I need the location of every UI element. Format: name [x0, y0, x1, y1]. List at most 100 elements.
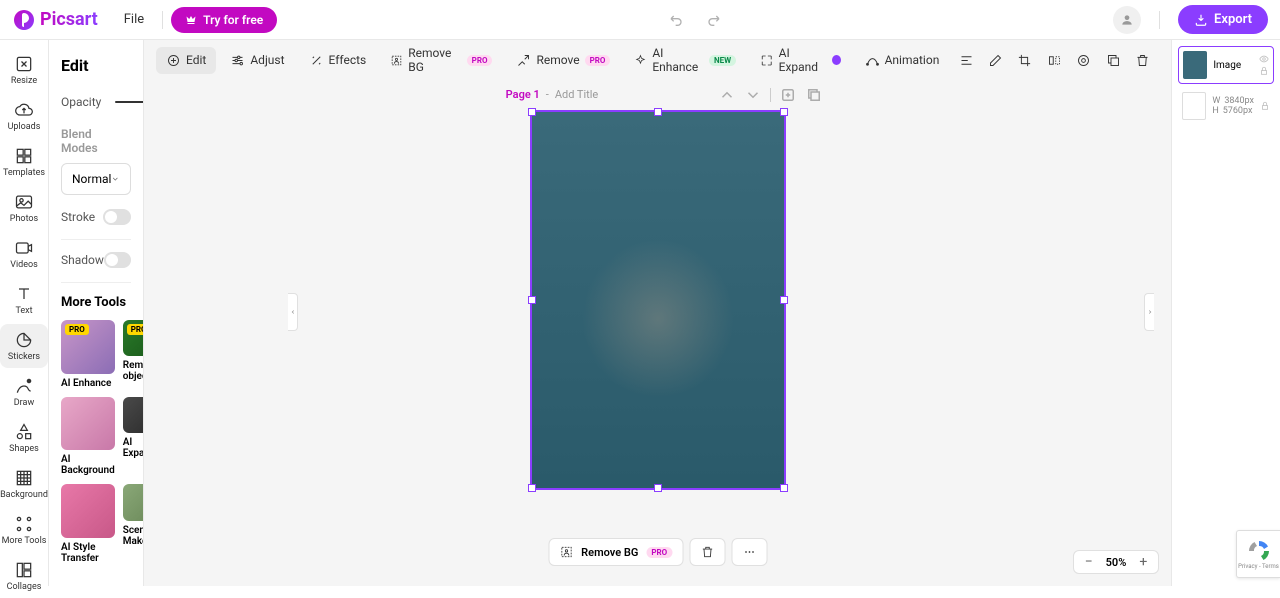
nav-draw[interactable]: Draw — [0, 370, 48, 414]
stroke-toggle[interactable] — [103, 209, 131, 225]
resize-handle[interactable] — [780, 484, 788, 492]
nav-background[interactable]: Background — [0, 462, 48, 506]
layer-canvas[interactable]: W3840px H5760px — [1178, 88, 1274, 124]
user-icon — [1120, 13, 1134, 27]
tb-delete[interactable] — [1130, 46, 1155, 74]
blend-value: Normal — [72, 172, 111, 186]
tb-ai-expand[interactable]: AI Expand — [750, 40, 850, 80]
tb-animation[interactable]: Animation — [855, 47, 950, 74]
tb-duplicate[interactable] — [1100, 46, 1125, 74]
nav-more-tools[interactable]: More Tools — [0, 508, 48, 552]
canvas-image[interactable] — [530, 110, 786, 490]
tool-remove-object[interactable]: PRORemove object — [123, 320, 144, 389]
nav-label: Draw — [14, 398, 34, 408]
fb-remove-bg[interactable]: Remove BG PRO — [548, 538, 683, 566]
canvas-content[interactable]: Page 1 - Add Title — [144, 80, 1171, 586]
nav-label: More Tools — [2, 536, 47, 546]
resize-handle[interactable] — [780, 296, 788, 304]
background-icon — [14, 468, 34, 488]
file-menu[interactable]: File — [114, 6, 154, 33]
remove-bg-icon — [390, 53, 403, 68]
tool-ai-style-transfer[interactable]: AI Style Transfer — [61, 484, 115, 564]
tb-layer[interactable] — [1071, 46, 1096, 74]
tb-eraser[interactable] — [983, 46, 1008, 74]
tb-align[interactable] — [953, 46, 978, 74]
nav-text[interactable]: Text — [0, 278, 48, 322]
divider — [1159, 11, 1160, 29]
purple-badge — [832, 55, 841, 65]
tool-grid: PROAI Enhance PRORemove object Adjustmen… — [61, 320, 131, 564]
page-number[interactable]: Page 1 — [506, 88, 540, 101]
pro-badge: PRO — [65, 324, 89, 335]
resize-handle[interactable] — [528, 296, 536, 304]
nav-stickers[interactable]: Stickers — [0, 324, 48, 368]
eraser-icon — [988, 53, 1003, 68]
nav-collages[interactable]: Collages — [0, 554, 48, 598]
try-free-button[interactable]: Try for free — [171, 7, 277, 33]
recaptcha-badge[interactable]: Privacy - Terms — [1236, 530, 1280, 578]
opacity-slider[interactable] — [115, 101, 144, 103]
tool-ai-expand[interactable]: AI Expand — [123, 397, 144, 477]
side-panel: Edit Opacity 100 Blend Modes Normal Stro… — [49, 40, 144, 586]
redo-icon[interactable] — [705, 12, 721, 28]
zoom-value[interactable]: 50% — [1106, 556, 1127, 569]
avatar-button[interactable] — [1113, 6, 1141, 34]
tool-name: AI Background — [61, 454, 115, 476]
export-button[interactable]: Export — [1178, 5, 1268, 34]
shadow-toggle[interactable] — [104, 252, 131, 268]
logo-icon — [12, 8, 36, 32]
layer-thumb — [1183, 51, 1207, 79]
duplicate-page-icon[interactable] — [805, 86, 823, 104]
eye-icon[interactable] — [1259, 54, 1269, 64]
resize-handle[interactable] — [528, 108, 536, 116]
zoom-out-button[interactable]: − — [1082, 555, 1096, 569]
nav-label: Videos — [10, 260, 38, 270]
nav-photos[interactable]: Photos — [0, 186, 48, 230]
nav-label: Collages — [7, 582, 42, 592]
animation-icon — [865, 53, 880, 68]
pro-badge: PRO — [646, 547, 672, 558]
logo-text: Picsart — [40, 9, 98, 30]
tb-remove[interactable]: RemovePRO — [506, 47, 620, 74]
tb-flip[interactable] — [1042, 46, 1067, 74]
tool-scene-maker[interactable]: Scene Maker — [123, 484, 144, 564]
nav-rail: Resize Uploads Templates Photos Videos T… — [0, 40, 49, 586]
tb-crop[interactable] — [1012, 46, 1037, 74]
add-page-icon[interactable] — [779, 86, 797, 104]
nav-uploads[interactable]: Uploads — [0, 94, 48, 138]
page-up-icon[interactable] — [718, 86, 736, 104]
lock-icon[interactable] — [1259, 66, 1269, 76]
w-value: 3840px — [1224, 96, 1254, 106]
fb-more[interactable] — [731, 538, 767, 566]
blend-mode-select[interactable]: Normal — [61, 163, 131, 195]
resize-handle[interactable] — [654, 108, 662, 116]
tb-adjust[interactable]: Adjust — [220, 47, 294, 74]
page-dash: - — [546, 88, 549, 101]
resize-handle[interactable] — [528, 484, 536, 492]
tb-remove-bg[interactable]: Remove BGPRO — [380, 40, 502, 80]
undo-icon[interactable] — [669, 12, 685, 28]
tool-ai-enhance[interactable]: PROAI Enhance — [61, 320, 115, 389]
page-down-icon[interactable] — [744, 86, 762, 104]
lock-icon[interactable] — [1260, 101, 1270, 111]
nav-videos[interactable]: Videos — [0, 232, 48, 276]
nav-resize[interactable]: Resize — [0, 48, 48, 92]
resize-handle[interactable] — [654, 484, 662, 492]
tb-effects[interactable]: Effects — [299, 47, 377, 74]
layer-image[interactable]: Image — [1178, 46, 1274, 84]
stroke-label: Stroke — [61, 210, 95, 224]
trash-icon — [700, 545, 714, 559]
page-title-input[interactable]: Add Title — [555, 88, 598, 101]
tool-ai-background[interactable]: AI Background — [61, 397, 115, 477]
nav-shapes[interactable]: Shapes — [0, 416, 48, 460]
zoom-in-button[interactable]: + — [1136, 555, 1150, 569]
nav-templates[interactable]: Templates — [0, 140, 48, 184]
resize-handle[interactable] — [780, 108, 788, 116]
collapse-panel-button[interactable] — [288, 293, 298, 331]
tb-ai-enhance[interactable]: AI EnhanceNEW — [624, 40, 746, 80]
logo[interactable]: Picsart — [12, 8, 98, 32]
expand-layers-button[interactable] — [1144, 293, 1154, 331]
tool-name: Scene Maker — [123, 525, 144, 547]
tb-edit[interactable]: Edit — [156, 47, 216, 74]
fb-delete[interactable] — [689, 538, 725, 566]
